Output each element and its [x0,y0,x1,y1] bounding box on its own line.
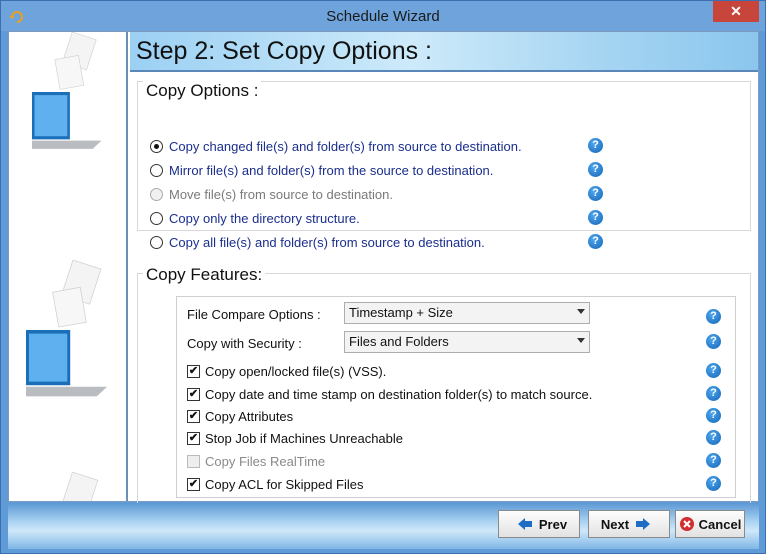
wizard-footer: Prev Next Cancel [8,503,759,549]
help-icon[interactable]: ? [706,408,721,423]
help-icon[interactable]: ? [588,210,603,225]
copy-option-mirror[interactable]: Mirror file(s) and folder(s) from the so… [150,161,493,179]
help-icon[interactable]: ? [706,453,721,468]
check-copy-acl[interactable]: Copy ACL for Skipped Files [187,475,363,493]
radio-button [150,187,163,201]
close-window-button[interactable]: ✕ [713,1,759,22]
chevron-down-icon [577,338,585,343]
copy-option-label: Copy changed file(s) and folder(s) from … [169,138,522,154]
file-compare-select[interactable]: Timestamp + Size [344,302,590,324]
help-icon[interactable]: ? [706,363,721,378]
file-compare-label: File Compare Options : [187,307,321,322]
check-copy-open-locked[interactable]: Copy open/locked file(s) (VSS). [187,362,386,380]
check-label: Copy open/locked file(s) (VSS). [205,363,387,379]
security-label: Copy with Security : [187,336,302,351]
security-value: Files and Folders [349,334,449,349]
schedule-wizard-window: Schedule Wizard ✕ Step 2: Set Copy Optio… [0,0,766,554]
copy-option-label: Mirror file(s) and folder(s) from the so… [169,162,494,178]
help-icon[interactable]: ? [706,476,721,491]
file-compare-value: Timestamp + Size [349,305,453,320]
wizard-client-area: Step 2: Set Copy Options : Copy Options … [8,31,759,509]
next-label: Next [600,516,630,532]
check-label: Copy Attributes [205,408,294,424]
help-icon[interactable]: ? [706,430,721,445]
radio-button[interactable] [150,139,163,153]
checkbox[interactable] [187,477,200,491]
check-copy-date-time[interactable]: Copy date and time stamp on destination … [187,385,592,403]
title-bar[interactable]: Schedule Wizard ✕ [1,1,765,31]
copy-option-all[interactable]: Copy all file(s) and folder(s) from sour… [150,233,485,251]
help-icon[interactable]: ? [588,162,603,177]
laptop-documents-icon [26,260,108,397]
check-label: Stop Job if Machines Unreachable [205,430,404,446]
help-icon[interactable]: ? [588,234,603,249]
cancel-button[interactable]: Cancel [675,510,745,538]
prev-button[interactable]: Prev [498,510,580,538]
side-illustration-panel [9,32,128,501]
copy-option-directory-structure[interactable]: Copy only the directory structure. [150,209,360,227]
arrow-left-icon [517,518,532,530]
help-icon[interactable]: ? [588,138,603,153]
check-copy-realtime: Copy Files RealTime [187,452,325,470]
radio-button[interactable] [150,235,163,249]
security-select[interactable]: Files and Folders [344,331,590,353]
copy-features-title: Copy Features: [143,265,266,285]
check-stop-job[interactable]: Stop Job if Machines Unreachable [187,429,403,447]
help-icon[interactable]: ? [706,309,721,324]
prev-label: Prev [538,516,568,532]
checkbox[interactable] [187,387,200,401]
copy-option-label: Copy only the directory structure. [169,210,360,226]
checkbox[interactable] [187,409,200,423]
radio-button[interactable] [150,163,163,177]
window-title: Schedule Wizard [326,8,440,25]
cancel-label: Cancel [698,516,742,532]
copy-option-changed[interactable]: Copy changed file(s) and folder(s) from … [150,137,522,155]
copy-option-label: Copy all file(s) and folder(s) from sour… [169,234,485,250]
help-icon[interactable]: ? [706,334,721,349]
copy-options-title: Copy Options : [143,81,262,101]
chevron-down-icon [577,309,585,314]
cancel-icon [679,517,694,531]
help-icon[interactable]: ? [588,186,603,201]
check-label: Copy Files RealTime [205,453,326,469]
checkbox[interactable] [187,431,200,445]
laptop-documents-icon [32,32,102,149]
radio-button[interactable] [150,211,163,225]
checkbox [187,454,200,468]
arrow-right-icon [636,518,651,530]
options-content: Copy Options : Copy changed file(s) and … [130,72,758,509]
copy-option-label: Move file(s) from source to destination. [169,186,393,202]
next-button[interactable]: Next [588,510,670,538]
checkbox[interactable] [187,364,200,378]
help-icon[interactable]: ? [706,386,721,401]
copy-option-move: Move file(s) from source to destination. [150,185,393,203]
step-title: Step 2: Set Copy Options : [136,37,432,65]
check-copy-attributes[interactable]: Copy Attributes [187,407,293,425]
laptop-documents-icon [61,472,99,501]
check-label: Copy date and time stamp on destination … [205,386,593,402]
check-label: Copy ACL for Skipped Files [205,476,364,492]
step-header: Step 2: Set Copy Options : [130,32,758,72]
